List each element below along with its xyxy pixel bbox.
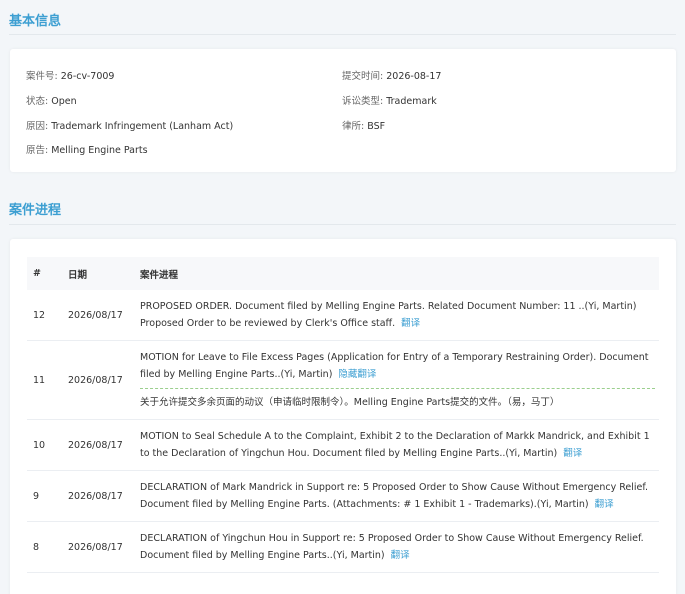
basic-info-card: 案件号: 26-cv-7009 提交时间: 2026-08-17 状态: Ope… [10, 49, 676, 172]
translation-text: 关于允许提交多余页面的动议（申请临时限制令）。Melling Engine Pa… [140, 388, 655, 411]
translate-link[interactable]: 翻译 [401, 318, 420, 329]
row-entry: PROPOSED ORDER. Document filed by Mellin… [140, 290, 659, 341]
table-header-row: # 日期 案件进程 [27, 257, 659, 290]
table-row: 11 2026/08/17 MOTION for Leave to File E… [27, 340, 659, 420]
case-progress-card: # 日期 案件进程 12 2026/08/17 PROPOSED ORDER. … [10, 239, 676, 594]
row-date: 2026/08/17 [68, 340, 140, 420]
basic-info-title: 基本信息 [9, 14, 62, 29]
header-date: 日期 [68, 269, 88, 281]
case-number: 案件号: 26-cv-7009 [26, 71, 115, 82]
row-date: 2026/08/17 [68, 419, 140, 471]
row-num: 12 [27, 290, 68, 341]
row-entry: MOTION to Seal Schedule A to the Complai… [140, 419, 659, 471]
translate-link[interactable]: 翻译 [391, 550, 410, 561]
table-row: 8 2026/08/17 DECLARATION of Yingchun Hou… [27, 521, 659, 573]
row-date: 2026/08/17 [68, 290, 140, 341]
translate-link[interactable]: 翻译 [595, 499, 614, 510]
litigation-type: 诉讼类型: Trademark [342, 96, 437, 107]
case-status: 状态: Open [26, 96, 77, 107]
row-date: 2026/08/17 [68, 470, 140, 522]
docket-table: # 日期 案件进程 12 2026/08/17 PROPOSED ORDER. … [27, 257, 659, 573]
translate-link[interactable]: 翻译 [563, 448, 582, 459]
law-firm: 律所: BSF [342, 121, 386, 132]
row-num: 11 [27, 340, 68, 420]
header-num: # [33, 268, 41, 279]
table-row: 10 2026/08/17 MOTION to Seal Schedule A … [27, 419, 659, 471]
row-num: 10 [27, 419, 68, 471]
table-row: 9 2026/08/17 DECLARATION of Mark Mandric… [27, 470, 659, 522]
row-num: 9 [27, 470, 68, 522]
divider [9, 224, 676, 225]
table-row: 12 2026/08/17 PROPOSED ORDER. Document f… [27, 290, 659, 341]
case-progress-title: 案件进程 [9, 203, 62, 218]
plaintiff: 原告: Melling Engine Parts [26, 145, 148, 156]
row-date: 2026/08/17 [68, 521, 140, 573]
row-num: 8 [27, 521, 68, 573]
divider [9, 34, 676, 35]
submit-time: 提交时间: 2026-08-17 [342, 71, 442, 82]
row-entry: DECLARATION of Yingchun Hou in Support r… [140, 521, 659, 573]
hide-translation-link[interactable]: 隐藏翻译 [338, 369, 376, 380]
case-cause: 原因: Trademark Infringement (Lanham Act) [26, 121, 234, 132]
header-entry: 案件进程 [140, 269, 179, 281]
row-entry: DECLARATION of Mark Mandrick in Support … [140, 470, 659, 522]
row-entry: MOTION for Leave to File Excess Pages (A… [140, 340, 659, 420]
